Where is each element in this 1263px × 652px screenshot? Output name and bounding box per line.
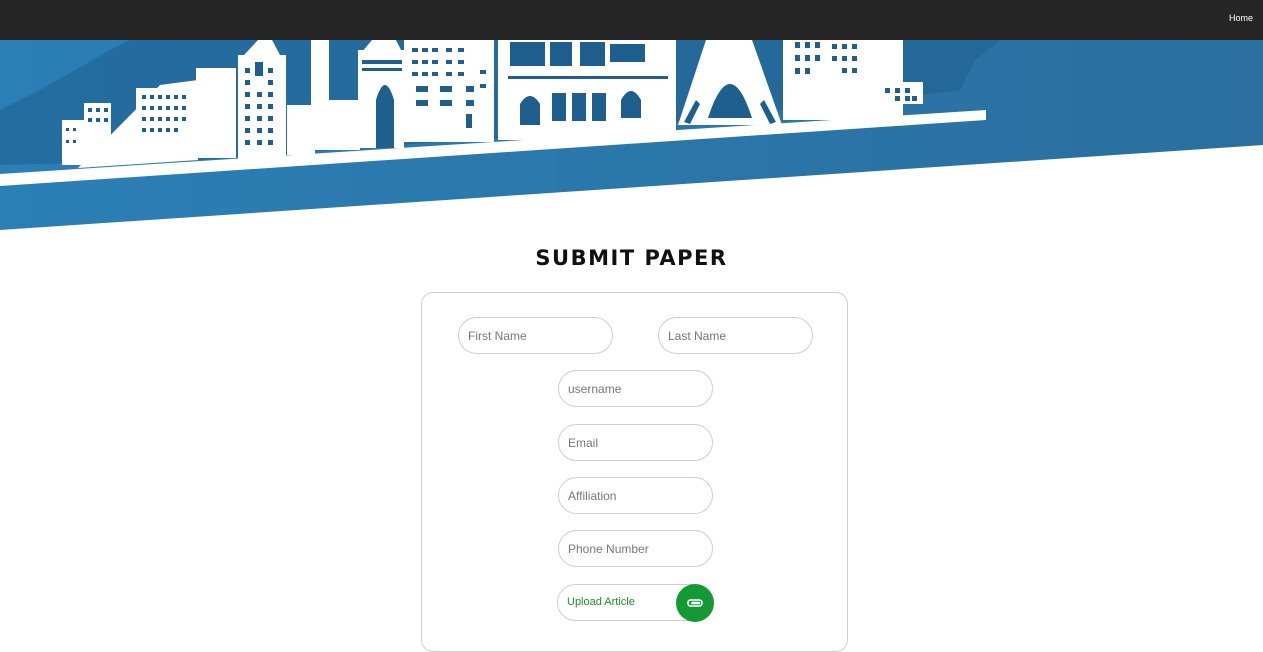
page-title: SUBMIT PAPER <box>535 246 728 270</box>
upload-attach-button[interactable] <box>676 584 714 622</box>
submit-paper-form: Upload Article <box>421 292 848 652</box>
last-name-input[interactable] <box>658 317 813 354</box>
nav-home-link[interactable]: Home <box>1229 13 1253 23</box>
username-input[interactable] <box>558 370 713 407</box>
phone-number-input[interactable] <box>558 530 713 567</box>
upload-article-label: Upload Article <box>567 596 635 608</box>
affiliation-input[interactable] <box>558 477 713 514</box>
paperclip-icon <box>687 599 703 607</box>
email-input[interactable] <box>558 424 713 461</box>
top-navbar: Home <box>0 0 1263 40</box>
first-name-input[interactable] <box>458 317 613 354</box>
upload-article-control[interactable]: Upload Article <box>557 584 714 622</box>
city-skyline-illustration <box>0 40 1263 230</box>
hero-banner <box>0 40 1263 240</box>
